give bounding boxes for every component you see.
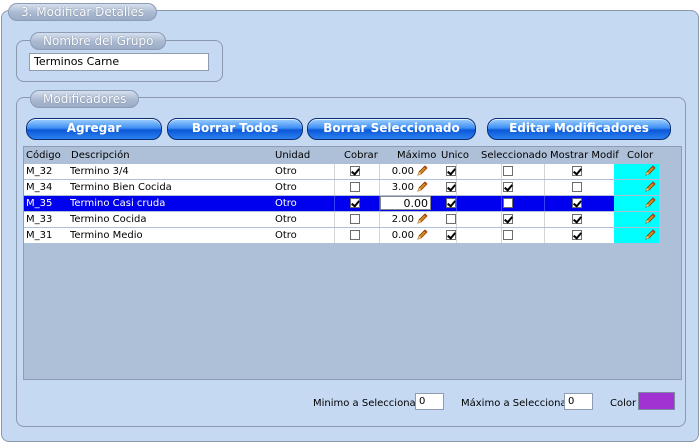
min-select-input[interactable]: 0 [415, 393, 444, 410]
modifiers-legend: Modificadores [30, 90, 140, 108]
unique-checkbox[interactable] [446, 230, 456, 240]
cell-divider [544, 228, 545, 243]
col-code[interactable]: Código [26, 149, 61, 163]
charge-checkbox[interactable] [350, 166, 360, 176]
pencil-icon[interactable] [644, 229, 656, 241]
col-unit[interactable]: Unidad [275, 149, 310, 163]
clear-all-button[interactable]: Borrar Todos [167, 118, 303, 140]
pencil-icon[interactable] [416, 165, 428, 177]
row-code: M_31 [26, 230, 53, 241]
selected-checkbox[interactable] [503, 198, 513, 208]
row-max: 2.00 [391, 214, 414, 225]
pencil-icon[interactable] [644, 197, 656, 209]
selected-checkbox[interactable] [503, 182, 513, 192]
cell-divider [544, 164, 545, 179]
show-modif-checkbox[interactable] [572, 198, 582, 208]
unique-checkbox[interactable] [446, 214, 456, 224]
row-unit: Otro [275, 198, 297, 209]
row-code: M_35 [26, 198, 53, 209]
group-name-input[interactable]: Terminos Carne [29, 53, 209, 71]
cell-divider [456, 212, 457, 227]
col-show-modif[interactable]: Mostrar Modif [550, 149, 619, 163]
cell-divider [334, 164, 335, 179]
selected-checkbox[interactable] [503, 230, 513, 240]
col-selected[interactable]: Seleccionado [481, 149, 547, 163]
row-max: 0.00 [391, 166, 414, 177]
col-charge[interactable]: Cobrar [344, 149, 378, 163]
row-description: Termino Cocida [70, 214, 147, 225]
show-modif-checkbox[interactable] [572, 214, 582, 224]
table-row[interactable]: M_31 Termino Medio Otro 0.00 [24, 228, 659, 243]
group-legend: Nombre del Grupo [30, 32, 167, 50]
pencil-icon[interactable] [644, 213, 656, 225]
unique-checkbox[interactable] [446, 166, 456, 176]
table-row[interactable]: M_34 Termino Bien Cocida Otro 3.00 [24, 180, 659, 195]
charge-checkbox[interactable] [350, 230, 360, 240]
selected-checkbox[interactable] [503, 166, 513, 176]
cell-divider [501, 212, 502, 227]
color-label: Color [610, 398, 637, 409]
cell-divider [334, 180, 335, 195]
cell-divider [501, 180, 502, 195]
col-unique[interactable]: Unico [441, 149, 469, 163]
col-max[interactable]: Máximo [397, 149, 436, 163]
selected-checkbox[interactable] [503, 214, 513, 224]
color-swatch[interactable] [638, 392, 675, 410]
cell-divider [456, 164, 457, 179]
row-unit: Otro [275, 182, 297, 193]
unique-checkbox[interactable] [446, 182, 456, 192]
cell-divider [334, 212, 335, 227]
row-unit: Otro [275, 230, 297, 241]
row-description: Termino Bien Cocida [70, 182, 172, 193]
pencil-icon[interactable] [416, 229, 428, 241]
clear-selected-button[interactable]: Borrar Seleccionado [307, 118, 476, 140]
show-modif-checkbox[interactable] [572, 182, 582, 192]
row-code: M_33 [26, 214, 53, 225]
charge-checkbox[interactable] [350, 182, 360, 192]
add-button[interactable]: Agregar [26, 118, 162, 140]
edit-modifiers-button[interactable]: Editar Modificadores [487, 118, 671, 140]
max-select-input[interactable]: 0 [564, 393, 593, 410]
row-code: M_34 [26, 182, 53, 193]
table-row[interactable]: M_32 Termino 3/4 Otro 0.00 [24, 164, 659, 179]
cell-divider [334, 228, 335, 243]
row-code: M_32 [26, 166, 53, 177]
max-input[interactable]: 0.00 [380, 196, 431, 210]
table-row[interactable]: M_33 Termino Cocida Otro 2.00 [24, 212, 659, 227]
col-color[interactable]: Color [627, 149, 653, 163]
show-modif-checkbox[interactable] [572, 166, 582, 176]
cell-divider [544, 212, 545, 227]
pencil-icon[interactable] [416, 181, 428, 193]
row-description: Termino 3/4 [70, 166, 129, 177]
cell-divider [501, 196, 502, 211]
cell-divider [334, 196, 335, 211]
pencil-icon[interactable] [416, 213, 428, 225]
row-unit: Otro [275, 214, 297, 225]
unique-checkbox[interactable] [446, 198, 456, 208]
cell-divider [456, 196, 457, 211]
pencil-icon[interactable] [644, 181, 656, 193]
charge-checkbox[interactable] [350, 198, 360, 208]
row-unit: Otro [275, 166, 297, 177]
cell-divider [456, 228, 457, 243]
table-row[interactable]: M_35 Termino Casi cruda Otro 0.00 [24, 196, 659, 211]
cell-divider [544, 196, 545, 211]
max-select-label: Máximo a Seleccionar [461, 398, 571, 409]
row-description: Termino Casi cruda [70, 198, 166, 209]
row-description: Termino Medio [70, 230, 143, 241]
show-modif-checkbox[interactable] [572, 230, 582, 240]
row-max: 0.00 [391, 230, 414, 241]
col-description[interactable]: Descripción [71, 149, 130, 163]
row-max: 3.00 [391, 182, 414, 193]
cell-divider [501, 228, 502, 243]
pencil-icon[interactable] [644, 165, 656, 177]
charge-checkbox[interactable] [350, 214, 360, 224]
section-title: 3. Modificar Detalles [8, 3, 158, 21]
min-select-label: Minimo a Seleccionar [313, 398, 420, 409]
cell-divider [544, 180, 545, 195]
cell-divider [456, 180, 457, 195]
cell-divider [501, 164, 502, 179]
